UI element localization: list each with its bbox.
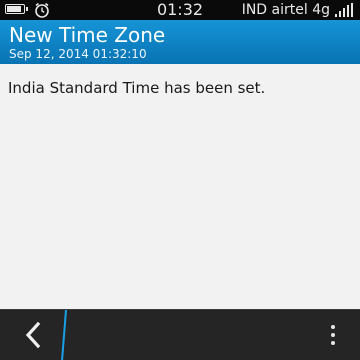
signal-icon	[335, 3, 353, 17]
back-icon	[25, 310, 67, 360]
carrier-label: IND airtel 4g	[241, 2, 330, 18]
status-bar: 01:32 IND airtel 4g	[0, 0, 360, 20]
screen: 01:32 IND airtel 4g New Time Zone Sep 12…	[0, 0, 360, 360]
page-title: New Time Zone	[9, 23, 166, 47]
back-button[interactable]	[0, 310, 70, 360]
action-bar	[0, 309, 360, 360]
title-bar: New Time Zone Sep 12, 2014 01:32:10	[0, 20, 360, 64]
content-area: India Standard Time has been set.	[0, 64, 360, 309]
confirmation-message: India Standard Time has been set.	[8, 79, 266, 97]
overflow-menu-button[interactable]	[324, 322, 344, 348]
page-subtitle: Sep 12, 2014 01:32:10	[9, 47, 147, 61]
